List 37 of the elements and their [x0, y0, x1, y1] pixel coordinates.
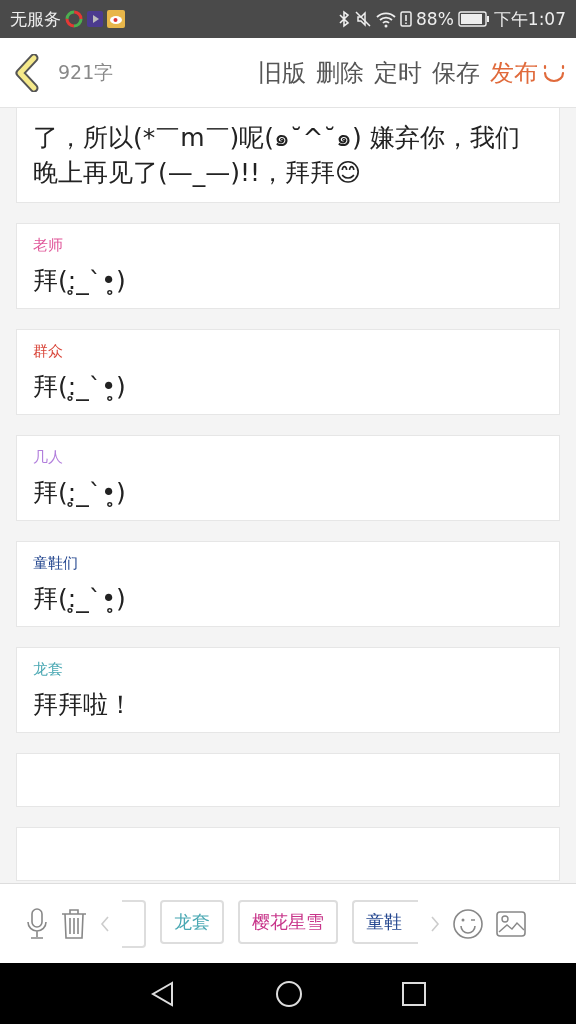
back-nav-icon[interactable] [149, 980, 176, 1007]
dialogue-text: 拜(:̥_`•̥) [33, 265, 127, 297]
trash-icon[interactable] [60, 907, 88, 940]
mute-icon [354, 10, 372, 28]
header-action[interactable]: 保存 [422, 56, 480, 89]
carrier-text: 无服务 [10, 7, 61, 31]
word-count: 921字 [58, 59, 114, 85]
image-icon[interactable] [496, 910, 526, 937]
app-icon [65, 10, 83, 28]
role-chip[interactable]: 樱花星雪 [238, 899, 338, 944]
bluetooth-icon [338, 10, 350, 28]
microphone-icon[interactable] [26, 907, 48, 940]
dialogue-text: 拜(:̥_`•̥) [33, 583, 127, 615]
header-action[interactable]: 删除 [306, 56, 364, 89]
wifi-icon [376, 10, 396, 28]
back-button[interactable] [14, 53, 40, 92]
alert-icon [400, 10, 412, 28]
speaker-name: 几人 [33, 448, 64, 467]
header-action[interactable]: 旧版 [248, 56, 306, 89]
smile-icon [542, 62, 566, 83]
role-chip[interactable]: 童鞋 [352, 899, 418, 944]
clock-text: 下午1:07 [493, 7, 566, 31]
speaker-name: 龙套 [33, 660, 64, 679]
paragraph-text: 了，所以(*￣m￣)呢(๑˘^˘๑) 嫌弃你，我们晚上再见了(—_—)!!，拜拜😊 [33, 122, 521, 189]
speaker-name: 童鞋们 [33, 554, 79, 573]
battery-text: 88% [416, 9, 454, 29]
play-icon [87, 11, 103, 27]
speaker-name: 老师 [33, 236, 64, 255]
emoji-icon[interactable] [452, 907, 484, 940]
dialogue-text: 拜(:̥_`•̥) [33, 371, 127, 403]
dialogue-text: 拜(:̥_`•̥) [33, 477, 127, 509]
speaker-name: 群众 [33, 342, 64, 361]
battery-icon [457, 11, 490, 27]
dialogue-text: 拜拜啦！ [33, 689, 134, 721]
recents-nav-icon[interactable] [402, 981, 427, 1006]
header-action[interactable]: 定时 [364, 56, 422, 89]
home-nav-icon[interactable] [275, 979, 303, 1008]
